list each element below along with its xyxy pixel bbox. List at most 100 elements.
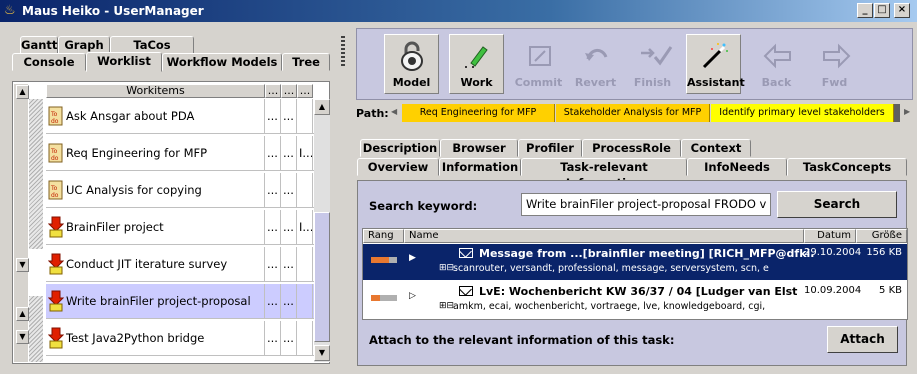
- workitem-name: To do UC Analysis for copying: [46, 173, 265, 208]
- java-cup-icon: ♨: [4, 3, 16, 18]
- arrow-right-icon: [823, 43, 851, 69]
- column-header-size[interactable]: Größe: [856, 229, 907, 243]
- table-row[interactable]: To do UC Analysis for copying......: [46, 173, 316, 208]
- workitem-col-c: [297, 99, 313, 134]
- breadcrumb-stakeholder-analysis[interactable]: Stakeholder Analysis for MFP: [556, 104, 710, 122]
- panel-divider[interactable]: [338, 26, 352, 372]
- attach-button[interactable]: Attach: [827, 326, 898, 353]
- expand-arrow-icon[interactable]: ▷: [409, 291, 416, 301]
- path-scroll-left-icon[interactable]: ◀: [391, 107, 397, 116]
- svg-text:To: To: [50, 111, 58, 118]
- lower-splitter-grip[interactable]: [29, 296, 43, 362]
- table-row[interactable]: Conduct JIT iterature survey......: [46, 247, 316, 282]
- tab-worklist[interactable]: Worklist: [86, 52, 162, 72]
- search-keyword-label: Search keyword:: [369, 199, 478, 213]
- column-header-rank[interactable]: Rang: [363, 229, 404, 243]
- commit-icon: [529, 46, 551, 66]
- pane-down-arrow[interactable]: ▼: [16, 330, 29, 344]
- tab-browser[interactable]: Browser: [440, 139, 518, 157]
- path-scroll-thumb[interactable]: [894, 104, 900, 122]
- task-arrow-icon: [48, 327, 64, 349]
- maximize-button[interactable]: □: [874, 3, 890, 18]
- rank-bar: [371, 295, 397, 301]
- pane-up-arrow[interactable]: ▲: [16, 307, 29, 321]
- forward-button[interactable]: Fwd: [807, 34, 862, 94]
- tab-overview[interactable]: Overview: [357, 158, 439, 176]
- workitem-col-c: [297, 284, 313, 319]
- padlock-icon: [401, 41, 423, 71]
- tab-console[interactable]: Console: [12, 53, 86, 71]
- tab-task-relevant-information[interactable]: Task-relevant Information: [521, 158, 687, 190]
- path-scroll-right-icon[interactable]: ▶: [904, 107, 910, 116]
- workitem-col-c: [297, 173, 313, 208]
- result-date: 29.10.2004: [804, 247, 862, 258]
- finish-button[interactable]: Finish: [625, 34, 680, 94]
- tree-toggle-icon[interactable]: ⊞⊟: [439, 263, 454, 273]
- svg-text:do: do: [51, 118, 59, 125]
- search-input[interactable]: Write brainFiler project-proposal FRODO …: [521, 193, 771, 216]
- result-size: 156 KB: [866, 247, 902, 258]
- column-header-name[interactable]: Name: [404, 229, 804, 243]
- close-button[interactable]: ×: [894, 3, 910, 18]
- scroll-up-button[interactable]: ▲: [314, 99, 330, 115]
- table-row[interactable]: BrainFiler project...... I...: [46, 210, 316, 245]
- tab-processrole[interactable]: ProcessRole: [582, 139, 681, 157]
- title-bar: ♨ Maus Heiko - UserManager _ □ ×: [0, 0, 917, 22]
- result-row[interactable]: ▷ ⊞⊟ LvE: Wochenbericht KW 36/37 / 04 [Lud…: [363, 282, 907, 318]
- breadcrumb-req-engineering[interactable]: Req Engineering for MFP: [402, 104, 555, 122]
- splitter-grip[interactable]: [29, 99, 43, 249]
- model-button[interactable]: Model: [384, 34, 439, 94]
- tab-workflow-models[interactable]: Workflow Models: [162, 53, 282, 71]
- attach-label: Attach to the relevant information of th…: [369, 333, 675, 347]
- table-row[interactable]: Write brainFiler project-proposal......: [46, 284, 316, 319]
- expand-arrow-icon[interactable]: ▶: [409, 253, 416, 263]
- todo-icon: Todo: [48, 143, 63, 163]
- expand-down-arrow[interactable]: ▼: [16, 258, 29, 272]
- tree-toggle-icon[interactable]: ⊞⊟: [439, 301, 454, 311]
- column-header-b[interactable]: ...: [281, 84, 297, 98]
- column-header-a[interactable]: ...: [265, 84, 281, 98]
- tab-description[interactable]: Description: [360, 139, 440, 157]
- breadcrumb-identify-stakeholders[interactable]: Identify primary level stakeholders: [711, 104, 894, 122]
- workitem-col-b: ...: [281, 210, 297, 245]
- minimize-button[interactable]: _: [857, 3, 873, 18]
- pencil-icon: [465, 46, 488, 68]
- tab-context[interactable]: Context: [681, 139, 751, 157]
- workitem-name: Write brainFiler project-proposal: [46, 284, 265, 319]
- scroll-thumb[interactable]: [314, 212, 330, 342]
- table-row[interactable]: Test Java2Python bridge......: [46, 321, 316, 356]
- column-header-c[interactable]: ...: [297, 84, 313, 98]
- tab-gantt[interactable]: Gantt: [20, 36, 58, 54]
- work-button[interactable]: Work: [449, 34, 504, 94]
- table-row[interactable]: To do Ask Ansgar about PDA......: [46, 99, 316, 134]
- tab-profiler[interactable]: Profiler: [518, 139, 582, 157]
- mail-icon: [459, 248, 473, 258]
- column-header-date[interactable]: Datum: [804, 229, 856, 243]
- task-arrow-icon: [48, 253, 64, 275]
- assistant-button[interactable]: Assistant: [686, 34, 745, 94]
- workitem-col-c: I...: [297, 136, 313, 171]
- tab-tree[interactable]: Tree: [282, 53, 330, 71]
- workitem-col-a: ...: [265, 210, 281, 245]
- svg-text:do: do: [51, 192, 59, 199]
- workitem-col-b: ...: [281, 321, 297, 356]
- revert-button[interactable]: Revert: [568, 34, 623, 94]
- task-arrow-icon: [48, 216, 64, 238]
- tab-information[interactable]: Information: [439, 158, 521, 176]
- back-button[interactable]: Back: [749, 34, 804, 94]
- scroll-down-button[interactable]: ▼: [314, 345, 330, 361]
- svg-text:do: do: [51, 155, 59, 162]
- workitem-col-b: ...: [281, 99, 297, 134]
- commit-button[interactable]: Commit: [511, 34, 566, 94]
- collapse-up-arrow[interactable]: ▲: [16, 85, 29, 99]
- search-button[interactable]: Search: [777, 191, 897, 218]
- column-header-workitems[interactable]: Workitems: [46, 84, 265, 98]
- workitem-col-c: [297, 247, 313, 282]
- workitem-col-b: ...: [281, 173, 297, 208]
- workitem-col-c: [297, 321, 313, 356]
- tab-taskconcepts[interactable]: TaskConcepts: [787, 158, 907, 176]
- tab-infoneeds[interactable]: InfoNeeds: [687, 158, 787, 176]
- table-row[interactable]: To do Req Engineering for MFP...... I...: [46, 136, 316, 171]
- result-row[interactable]: ▶ ⊞⊟ Message from ...[brainfiler meeting] …: [363, 244, 907, 280]
- svg-text:To: To: [50, 185, 58, 192]
